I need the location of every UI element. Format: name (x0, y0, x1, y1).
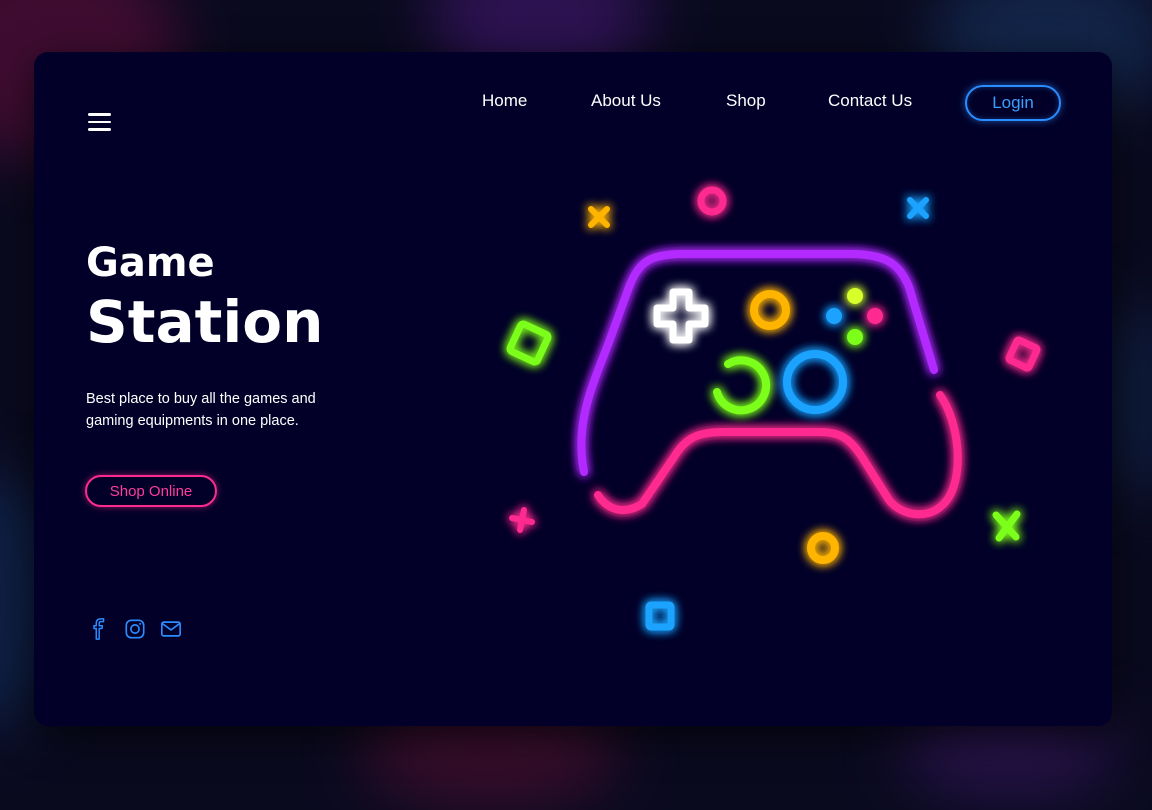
controller-bottom-outline-pink (594, 391, 962, 519)
yellow-circle-icon (807, 532, 839, 564)
controller-outline (577, 250, 962, 519)
green-square-icon (506, 320, 552, 366)
instagram-icon[interactable] (124, 618, 146, 640)
nav-contact-us[interactable]: Contact Us (828, 91, 912, 111)
mail-icon[interactable] (160, 618, 182, 640)
hero-title-line2: Station (86, 288, 324, 356)
landing-card: Home About Us Shop Contact Us Login Game… (34, 52, 1112, 726)
hero-title-line1: Game (86, 240, 215, 286)
nav-shop[interactable]: Shop (726, 91, 766, 111)
login-button[interactable]: Login (965, 85, 1061, 121)
pink-plus-icon (509, 507, 535, 533)
green-ring-button-icon (713, 356, 771, 415)
pink-square-icon (1005, 336, 1041, 372)
controller-top-outline-purple (577, 250, 938, 476)
yellow-ring-button-icon (750, 290, 790, 330)
nav-home[interactable]: Home (482, 91, 527, 111)
blue-x-icon (907, 197, 929, 219)
hamburger-menu-icon[interactable] (88, 113, 111, 131)
blue-square-icon (645, 601, 675, 631)
blue-ring-button-icon (783, 350, 847, 414)
facebook-icon[interactable] (88, 618, 110, 640)
dpad-cross-icon (653, 288, 709, 344)
shop-online-button[interactable]: Shop Online (85, 475, 217, 507)
pink-circle-icon (697, 186, 727, 216)
hero-description: Best place to buy all the games and gami… (86, 391, 316, 429)
blue-dot-button-icon (826, 308, 842, 324)
nav-about-us[interactable]: About Us (591, 91, 661, 111)
yellow-dot-button-icon (847, 288, 863, 304)
green-dot-button-icon (847, 329, 863, 345)
green-x-icon (992, 510, 1021, 542)
pink-dot-button-icon (867, 308, 883, 324)
yellow-x-icon (588, 206, 610, 228)
